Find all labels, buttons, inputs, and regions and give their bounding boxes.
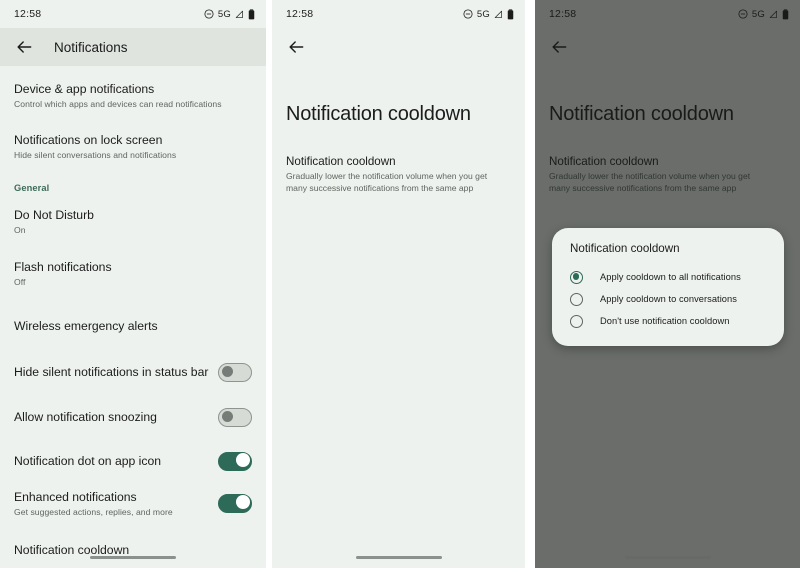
status-bar-icons: 5G — [204, 9, 255, 20]
row-text: Notifications on lock screen Hide silent… — [14, 132, 252, 161]
toggle-enhanced-notifications[interactable] — [218, 493, 252, 513]
phone-screen-notification-cooldown-dialog: 12:58 5G Notification cooldown Notificat… — [535, 0, 800, 568]
battery-full-icon — [782, 8, 789, 19]
radio-option-dont-use[interactable]: Don't use notification cooldown — [552, 310, 784, 332]
radio-option-conversations[interactable]: Apply cooldown to conversations — [552, 288, 784, 310]
do-not-disturb-icon — [204, 9, 214, 19]
list-item-title: Wireless emergency alerts — [14, 319, 158, 333]
back-arrow-icon[interactable] — [14, 37, 34, 57]
row-text: Enhanced notifications Get suggested act… — [14, 489, 218, 518]
section-header-general: General — [14, 183, 50, 193]
list-item-title: Do Not Disturb — [14, 207, 94, 222]
radio-option-label: Don't use notification cooldown — [600, 316, 730, 326]
status-bar-clock: 12:58 — [286, 8, 314, 20]
network-type-label: 5G — [476, 8, 490, 20]
status-bar-icons: 5G — [463, 9, 514, 20]
phone-screen-notifications-settings: 12:58 5G Notifications Device & app noti… — [0, 0, 266, 568]
network-type-label: 5G — [751, 8, 765, 20]
toggle-notification-dot-on-app-icon[interactable] — [218, 451, 252, 471]
list-item-subtitle: Get suggested actions, replies, and more — [14, 506, 173, 517]
page-title: Notification cooldown — [549, 103, 734, 125]
list-item-device-app-notifications[interactable]: Device & app notifications Control which… — [0, 78, 266, 112]
list-item-title: Notification dot on app icon — [14, 454, 162, 468]
toggle-hide-silent-notifications[interactable] — [218, 362, 252, 382]
row-text: Flash notifications Off — [14, 259, 252, 288]
app-bar — [272, 28, 525, 66]
setting-title: Notification cooldown — [549, 155, 659, 168]
network-type-label: 5G — [217, 8, 231, 20]
list-item-notifications-on-lock-screen[interactable]: Notifications on lock screen Hide silent… — [0, 129, 266, 163]
row-text: Hide silent notifications in status bar — [14, 364, 218, 380]
row-text: Do Not Disturb On — [14, 207, 252, 236]
list-item-title: Enhanced notifications — [14, 489, 137, 504]
radio-option-label: Apply cooldown to all notifications — [600, 272, 741, 282]
home-indicator[interactable] — [90, 555, 176, 559]
signal-strength-icon — [494, 10, 502, 18]
list-item-subtitle: On — [14, 224, 26, 235]
list-item-title: Hide silent notifications in status bar — [14, 365, 209, 379]
row-text: Allow notification snoozing — [14, 409, 218, 425]
list-item-notification-cooldown[interactable]: Notification cooldown — [0, 533, 266, 567]
notification-cooldown-dialog: Notification cooldown Apply cooldown to … — [552, 228, 784, 346]
app-bar — [535, 28, 800, 66]
back-arrow-icon[interactable] — [549, 37, 569, 57]
list-item-subtitle: Hide silent conversations and notificati… — [14, 149, 177, 160]
list-item-notification-dot-on-app-icon[interactable]: Notification dot on app icon — [0, 444, 266, 478]
list-item-title: Notifications on lock screen — [14, 132, 163, 147]
list-item-enhanced-notifications[interactable]: Enhanced notifications Get suggested act… — [0, 486, 266, 520]
toggle-knob — [222, 410, 233, 422]
toggle-knob — [235, 495, 250, 510]
status-bar: 12:58 5G — [0, 0, 266, 28]
list-item-subtitle: Control which apps and devices can read … — [14, 98, 222, 109]
list-item-allow-notification-snoozing[interactable]: Allow notification snoozing — [0, 400, 266, 434]
page-title: Notifications — [54, 39, 128, 55]
list-item-title: Allow notification snoozing — [14, 410, 157, 424]
do-not-disturb-icon — [463, 9, 473, 19]
list-item-wireless-emergency-alerts[interactable]: Wireless emergency alerts — [0, 309, 266, 343]
screenshot-root: 12:58 5G Notifications Device & app noti… — [0, 0, 800, 568]
signal-strength-icon — [235, 10, 243, 18]
setting-title: Notification cooldown — [286, 155, 396, 168]
back-arrow-icon[interactable] — [286, 37, 306, 57]
row-text: Device & app notifications Control which… — [14, 81, 252, 110]
phone-screen-notification-cooldown: 12:58 5G Notification cooldown Notificat… — [272, 0, 525, 568]
list-item-flash-notifications[interactable]: Flash notifications Off — [0, 256, 266, 290]
toggle-allow-notification-snoozing[interactable] — [218, 407, 252, 427]
signal-strength-icon — [769, 10, 777, 18]
radio-button[interactable] — [570, 270, 583, 284]
app-bar: Notifications — [0, 28, 266, 66]
battery-full-icon — [507, 8, 514, 19]
toggle-knob — [222, 365, 233, 377]
list-item-title: Device & app notifications — [14, 81, 155, 96]
list-item-subtitle: Off — [14, 276, 26, 287]
radio-button[interactable] — [570, 314, 583, 328]
status-bar-clock: 12:58 — [549, 8, 577, 20]
do-not-disturb-icon — [738, 9, 748, 19]
battery-full-icon — [248, 8, 255, 19]
dialog-title: Notification cooldown — [570, 242, 680, 255]
radio-button[interactable] — [570, 292, 583, 306]
settings-list: Device & app notifications Control which… — [0, 66, 266, 568]
status-bar-icons: 5G — [738, 9, 789, 20]
row-text: Notification dot on app icon — [14, 453, 218, 469]
setting-description: Gradually lower the notification volume … — [286, 171, 488, 193]
radio-option-label: Apply cooldown to conversations — [600, 294, 737, 304]
status-bar: 12:58 5G — [535, 0, 800, 28]
home-indicator[interactable] — [624, 555, 711, 559]
setting-description: Gradually lower the notification volume … — [549, 171, 751, 193]
list-item-do-not-disturb[interactable]: Do Not Disturb On — [0, 204, 266, 238]
status-bar: 12:58 5G — [272, 0, 525, 28]
toggle-knob — [235, 453, 250, 468]
home-indicator[interactable] — [355, 555, 442, 559]
row-text: Wireless emergency alerts — [14, 318, 252, 334]
list-item-title: Flash notifications — [14, 259, 112, 274]
radio-option-all-notifications[interactable]: Apply cooldown to all notifications — [552, 266, 784, 288]
list-item-hide-silent-notifications[interactable]: Hide silent notifications in status bar — [0, 355, 266, 389]
status-bar-clock: 12:58 — [14, 8, 42, 20]
page-title: Notification cooldown — [286, 103, 471, 125]
